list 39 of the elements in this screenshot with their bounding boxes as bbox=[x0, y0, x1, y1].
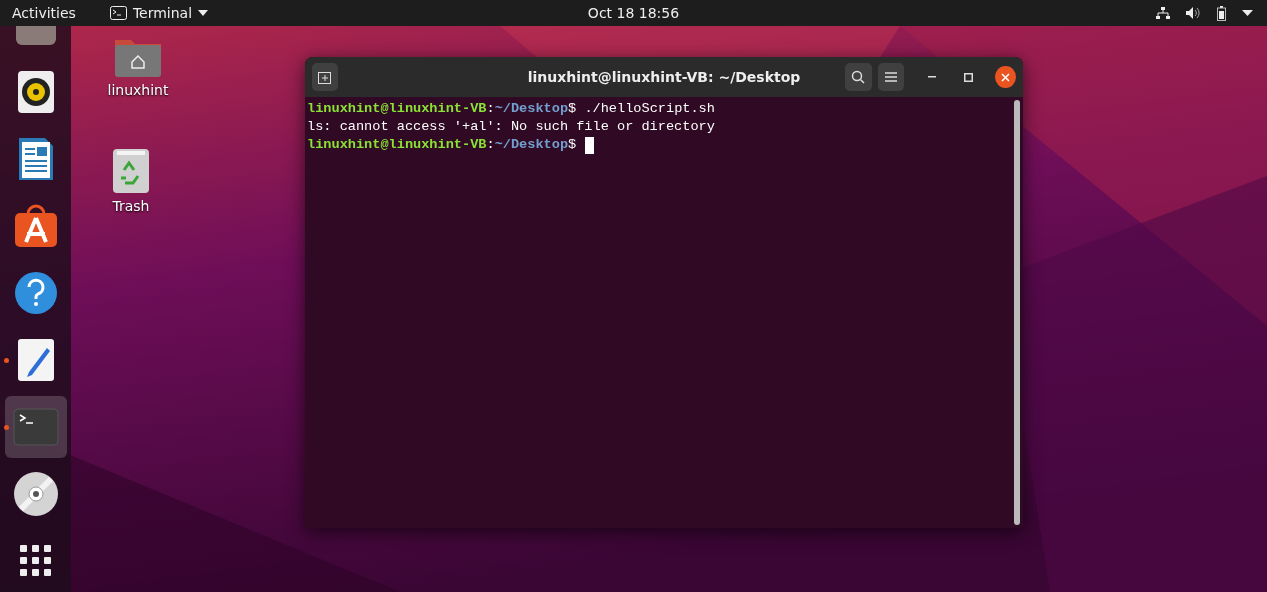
activities-button[interactable]: Activities bbox=[12, 5, 76, 21]
prompt-separator: : bbox=[486, 136, 495, 154]
new-tab-icon bbox=[318, 70, 333, 84]
desktop-icon-label[interactable]: linuxhint bbox=[107, 82, 169, 98]
command-text: ./helloScript.sh bbox=[583, 100, 715, 118]
app-grid-icon[interactable] bbox=[19, 545, 52, 577]
prompt-symbol: $ bbox=[568, 100, 577, 118]
text-editor-icon[interactable] bbox=[16, 338, 55, 382]
new-tab-button[interactable] bbox=[312, 63, 339, 91]
prompt-path: ~/Desktop bbox=[494, 100, 569, 118]
trash-icon[interactable] bbox=[112, 148, 150, 194]
volume-icon[interactable] bbox=[1186, 7, 1201, 19]
desktop-icon-label[interactable]: Trash bbox=[112, 198, 150, 214]
clock[interactable]: Oct 18 18:56 bbox=[587, 5, 680, 21]
close-button[interactable] bbox=[995, 66, 1016, 88]
help-icon[interactable] bbox=[13, 271, 58, 315]
shopping-bag-icon[interactable] bbox=[12, 204, 59, 248]
maximize-icon bbox=[964, 72, 974, 82]
menu-icon bbox=[884, 72, 897, 82]
battery-icon[interactable] bbox=[1217, 5, 1226, 21]
search-icon bbox=[851, 70, 866, 84]
dropdown-arrow-icon[interactable] bbox=[1242, 10, 1253, 16]
disc-icon[interactable] bbox=[12, 471, 59, 517]
app-menu[interactable]: Terminal bbox=[132, 5, 193, 21]
prompt-user: linuxhint@linuxhint-VB bbox=[307, 100, 487, 118]
minimize-icon bbox=[928, 76, 937, 78]
output-text: ls: cannot access '+al': No such file or directory bbox=[307, 118, 715, 136]
document-icon[interactable] bbox=[16, 136, 55, 182]
dropdown-arrow-icon[interactable] bbox=[198, 10, 209, 16]
close-icon bbox=[1001, 72, 1011, 82]
search-button[interactable] bbox=[845, 63, 872, 91]
speaker-icon[interactable] bbox=[15, 70, 56, 114]
network-icon[interactable] bbox=[1156, 7, 1170, 19]
prompt-separator: : bbox=[486, 100, 495, 118]
menu-button[interactable] bbox=[877, 63, 904, 91]
prompt-path: ~/Desktop bbox=[494, 136, 569, 154]
prompt-symbol: $ bbox=[568, 136, 577, 154]
prompt-user: linuxhint@linuxhint-VB bbox=[307, 136, 487, 154]
window-title: linuxhint@linuxhint-VB: ~/Desktop bbox=[527, 69, 801, 85]
